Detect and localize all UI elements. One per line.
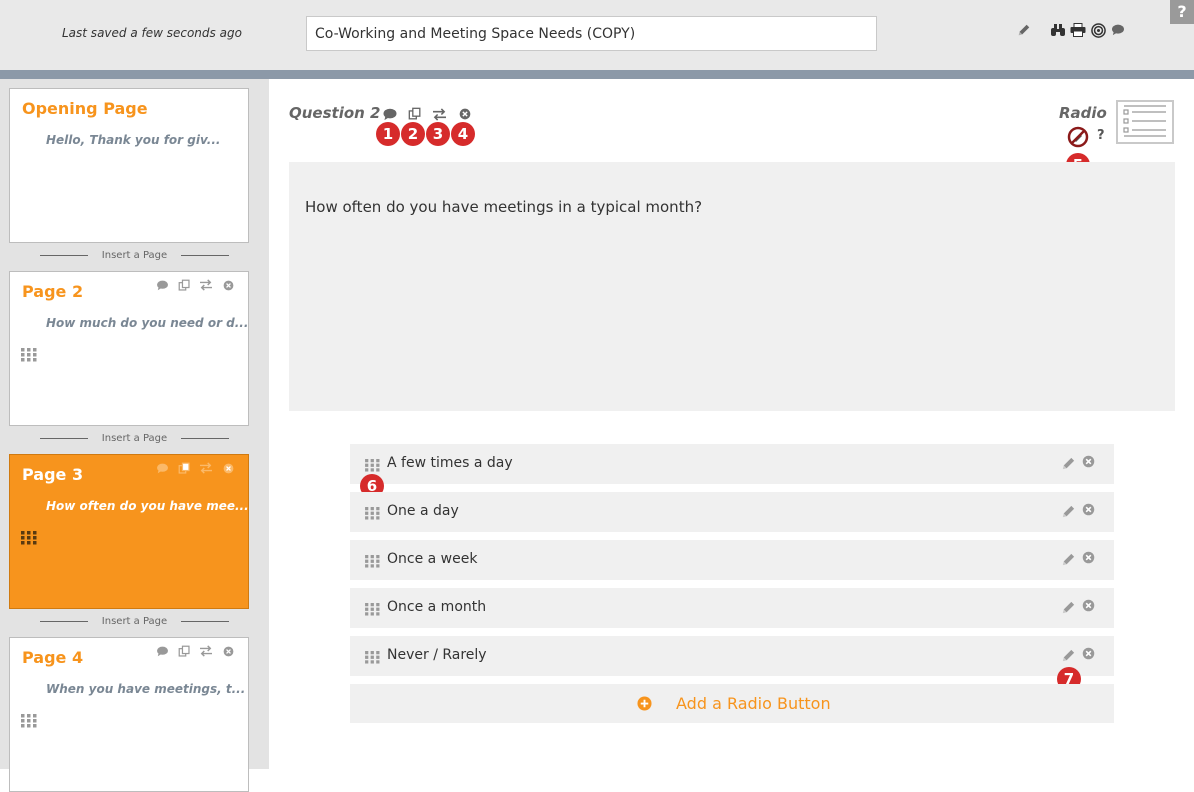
- question-type-label: Radio: [1059, 104, 1107, 122]
- option-label: Never / Rarely: [387, 647, 487, 663]
- question-text-area[interactable]: How often do you have meetings in a typi…: [289, 162, 1175, 411]
- page-actions: [154, 461, 236, 475]
- close-icon[interactable]: [1082, 549, 1095, 568]
- close-icon[interactable]: [220, 461, 236, 475]
- pencil-icon[interactable]: [1016, 22, 1032, 38]
- page-card-opening[interactable]: Opening Page Hello, Thank you for giv...: [9, 88, 249, 243]
- comment-icon[interactable]: [381, 106, 398, 122]
- divider-line: [39, 620, 88, 622]
- option-label: Once a week: [387, 551, 478, 567]
- radio-option-row[interactable]: A few times a day: [350, 444, 1114, 484]
- pencil-icon[interactable]: [1061, 504, 1076, 523]
- radio-option-row[interactable]: Once a week: [350, 540, 1114, 580]
- insert-page-link[interactable]: Insert a Page: [0, 433, 269, 444]
- close-icon[interactable]: [1082, 501, 1095, 520]
- copy-icon[interactable]: [176, 461, 192, 475]
- page-title: Page 2: [22, 282, 84, 301]
- question-text: How often do you have meetings in a typi…: [305, 198, 703, 216]
- copy-icon[interactable]: [176, 278, 192, 292]
- close-icon[interactable]: [1082, 645, 1095, 664]
- close-icon[interactable]: [220, 278, 236, 292]
- insert-page-label: Insert a Page: [101, 616, 168, 627]
- callout-badge: 1: [376, 122, 400, 146]
- page-title: Page 3: [22, 465, 84, 484]
- drag-handle-icon[interactable]: [21, 347, 37, 366]
- binoculars-icon[interactable]: [1050, 22, 1066, 38]
- page-sidebar: Opening Page Hello, Thank you for giv...…: [0, 79, 269, 792]
- drag-handle-icon[interactable]: [21, 530, 37, 549]
- comment-icon[interactable]: [154, 644, 170, 658]
- close-icon[interactable]: [1082, 453, 1095, 472]
- printer-icon[interactable]: [1070, 22, 1086, 38]
- move-icon[interactable]: [431, 106, 448, 122]
- comment-icon[interactable]: [1110, 22, 1126, 38]
- move-icon[interactable]: [198, 278, 214, 292]
- pencil-icon[interactable]: [1061, 456, 1076, 475]
- option-label: Once a month: [387, 599, 487, 615]
- divider-line: [39, 254, 88, 256]
- survey-title-field[interactable]: Co-Working and Meeting Space Needs (COPY…: [306, 16, 877, 51]
- header-divider: [0, 70, 1194, 79]
- page-preview: When you have meetings, t...: [46, 682, 246, 696]
- add-radio-button[interactable]: Add a Radio Button: [350, 684, 1114, 723]
- radio-option-row[interactable]: Once a month: [350, 588, 1114, 628]
- page-preview: Hello, Thank you for giv...: [46, 133, 221, 147]
- pencil-icon[interactable]: [1061, 648, 1076, 667]
- no-logic-icon[interactable]: [1067, 126, 1089, 148]
- close-icon[interactable]: [1082, 597, 1095, 616]
- callout-badge: 3: [426, 122, 450, 146]
- page-card-2[interactable]: Page 2 How much do you need or d...: [9, 271, 249, 426]
- divider-line: [39, 437, 88, 439]
- copy-icon[interactable]: [176, 644, 192, 658]
- drag-handle-icon[interactable]: [365, 553, 380, 572]
- insert-page-label: Insert a Page: [101, 433, 168, 444]
- divider-line: [181, 620, 230, 622]
- insert-page-link[interactable]: Insert a Page: [0, 250, 269, 261]
- drag-handle-icon[interactable]: [365, 601, 380, 620]
- question-actions: [381, 106, 473, 122]
- radio-type-thumbnail-icon[interactable]: [1116, 100, 1174, 144]
- save-status: Last saved a few seconds ago: [62, 26, 242, 40]
- top-bar: Last saved a few seconds ago Co-Working …: [0, 0, 1194, 70]
- divider-line: [181, 437, 230, 439]
- page-preview: How often do you have mee...: [46, 499, 249, 513]
- page-actions: [154, 278, 236, 292]
- close-icon[interactable]: [220, 644, 236, 658]
- add-radio-button-label: Add a Radio Button: [676, 694, 831, 713]
- page-actions: [154, 644, 236, 658]
- option-label: One a day: [387, 503, 459, 519]
- drag-handle-icon[interactable]: [365, 649, 380, 668]
- divider-line: [181, 254, 230, 256]
- page-card-3[interactable]: Page 3 How often do you have mee...: [9, 454, 249, 609]
- target-icon[interactable]: [1090, 22, 1106, 38]
- move-icon[interactable]: [198, 644, 214, 658]
- pencil-icon[interactable]: [1061, 600, 1076, 619]
- comment-icon[interactable]: [154, 278, 170, 292]
- insert-page-link[interactable]: Insert a Page: [0, 616, 269, 627]
- insert-page-label: Insert a Page: [101, 250, 168, 261]
- copy-icon[interactable]: [406, 106, 423, 122]
- page-preview: How much do you need or d...: [46, 316, 249, 330]
- plus-circle-icon: [637, 696, 652, 711]
- drag-handle-icon[interactable]: [21, 713, 37, 732]
- callout-badge: 2: [401, 122, 425, 146]
- pencil-icon[interactable]: [1061, 552, 1076, 571]
- question-type-help-icon[interactable]: ?: [1097, 128, 1105, 143]
- question-label: Question 2: [289, 104, 381, 122]
- top-toolbar: [1016, 22, 1126, 38]
- page-title: Opening Page: [22, 99, 148, 118]
- radio-option-row[interactable]: Never / Rarely: [350, 636, 1114, 676]
- close-icon[interactable]: [456, 106, 473, 122]
- help-button[interactable]: ?: [1170, 0, 1194, 24]
- option-label: A few times a day: [387, 455, 513, 471]
- drag-handle-icon[interactable]: [365, 505, 380, 524]
- page-title: Page 4: [22, 648, 84, 667]
- comment-icon[interactable]: [154, 461, 170, 475]
- callout-badge: 4: [451, 122, 475, 146]
- radio-option-row[interactable]: One a day: [350, 492, 1114, 532]
- move-icon[interactable]: [198, 461, 214, 475]
